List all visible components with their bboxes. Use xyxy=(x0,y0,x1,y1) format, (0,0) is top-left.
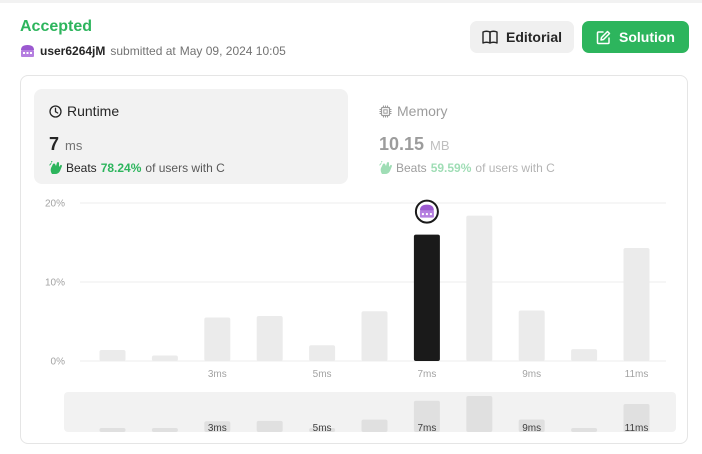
mini-x-tick-label: 3ms xyxy=(208,423,227,434)
submission-status: Accepted xyxy=(20,18,93,35)
mini-x-tick-label: 5ms xyxy=(313,423,332,434)
user-marker-icon[interactable] xyxy=(414,199,439,224)
x-tick-label: 11ms xyxy=(625,369,649,380)
book-icon xyxy=(482,30,498,44)
mini-bar xyxy=(361,419,388,432)
mini-x-tick-label: 11ms xyxy=(625,423,649,434)
x-tick-label: 7ms xyxy=(417,369,436,380)
edit-icon xyxy=(596,30,611,44)
mini-x-tick-label: 9ms xyxy=(522,423,541,434)
submitted-at-text: submitted at xyxy=(110,44,176,58)
mini-bar xyxy=(466,396,493,432)
mini-bar xyxy=(151,428,178,432)
solution-button[interactable]: Solution xyxy=(582,21,689,53)
y-tick-label: 20% xyxy=(45,199,65,210)
bar[interactable] xyxy=(204,317,231,361)
solution-button-label: Solution xyxy=(619,29,675,45)
bar[interactable] xyxy=(518,310,545,361)
top-divider xyxy=(0,0,702,3)
bar[interactable] xyxy=(623,248,650,361)
user-avatar-icon[interactable] xyxy=(20,44,35,58)
x-tick-label: 3ms xyxy=(208,369,227,380)
bar[interactable] xyxy=(571,349,598,361)
submission-meta: user6264jM submitted at May 09, 2024 10:… xyxy=(20,43,286,59)
mini-x-tick-label: 7ms xyxy=(417,423,436,434)
mini-bar xyxy=(571,428,598,432)
bar[interactable] xyxy=(256,315,283,361)
submitted-date: May 09, 2024 10:05 xyxy=(179,44,286,58)
bar[interactable] xyxy=(309,345,336,361)
bar[interactable] xyxy=(99,349,126,361)
x-tick-label: 5ms xyxy=(313,369,332,380)
bar-highlighted[interactable] xyxy=(413,234,440,361)
mini-bar xyxy=(256,420,283,432)
mini-bar xyxy=(99,428,126,432)
x-tick-label: 9ms xyxy=(522,369,541,380)
y-tick-label: 10% xyxy=(45,278,65,289)
editorial-button-label: Editorial xyxy=(505,29,562,45)
runtime-distribution-chart: 0% 10% 20% 3ms 5ms 7ms 9ms 11ms 3ms 5ms 7ms 9ms 11… xyxy=(45,199,676,434)
editorial-button[interactable]: Editorial xyxy=(470,21,574,53)
bar[interactable] xyxy=(466,215,493,361)
bar[interactable] xyxy=(361,311,388,361)
bar[interactable] xyxy=(151,355,178,361)
y-tick-label: 0% xyxy=(51,357,66,368)
submission-detail-card: Runtime 7 ms Beats 78.24% of users with … xyxy=(20,75,688,444)
username-link[interactable]: user6264jM xyxy=(40,44,105,58)
